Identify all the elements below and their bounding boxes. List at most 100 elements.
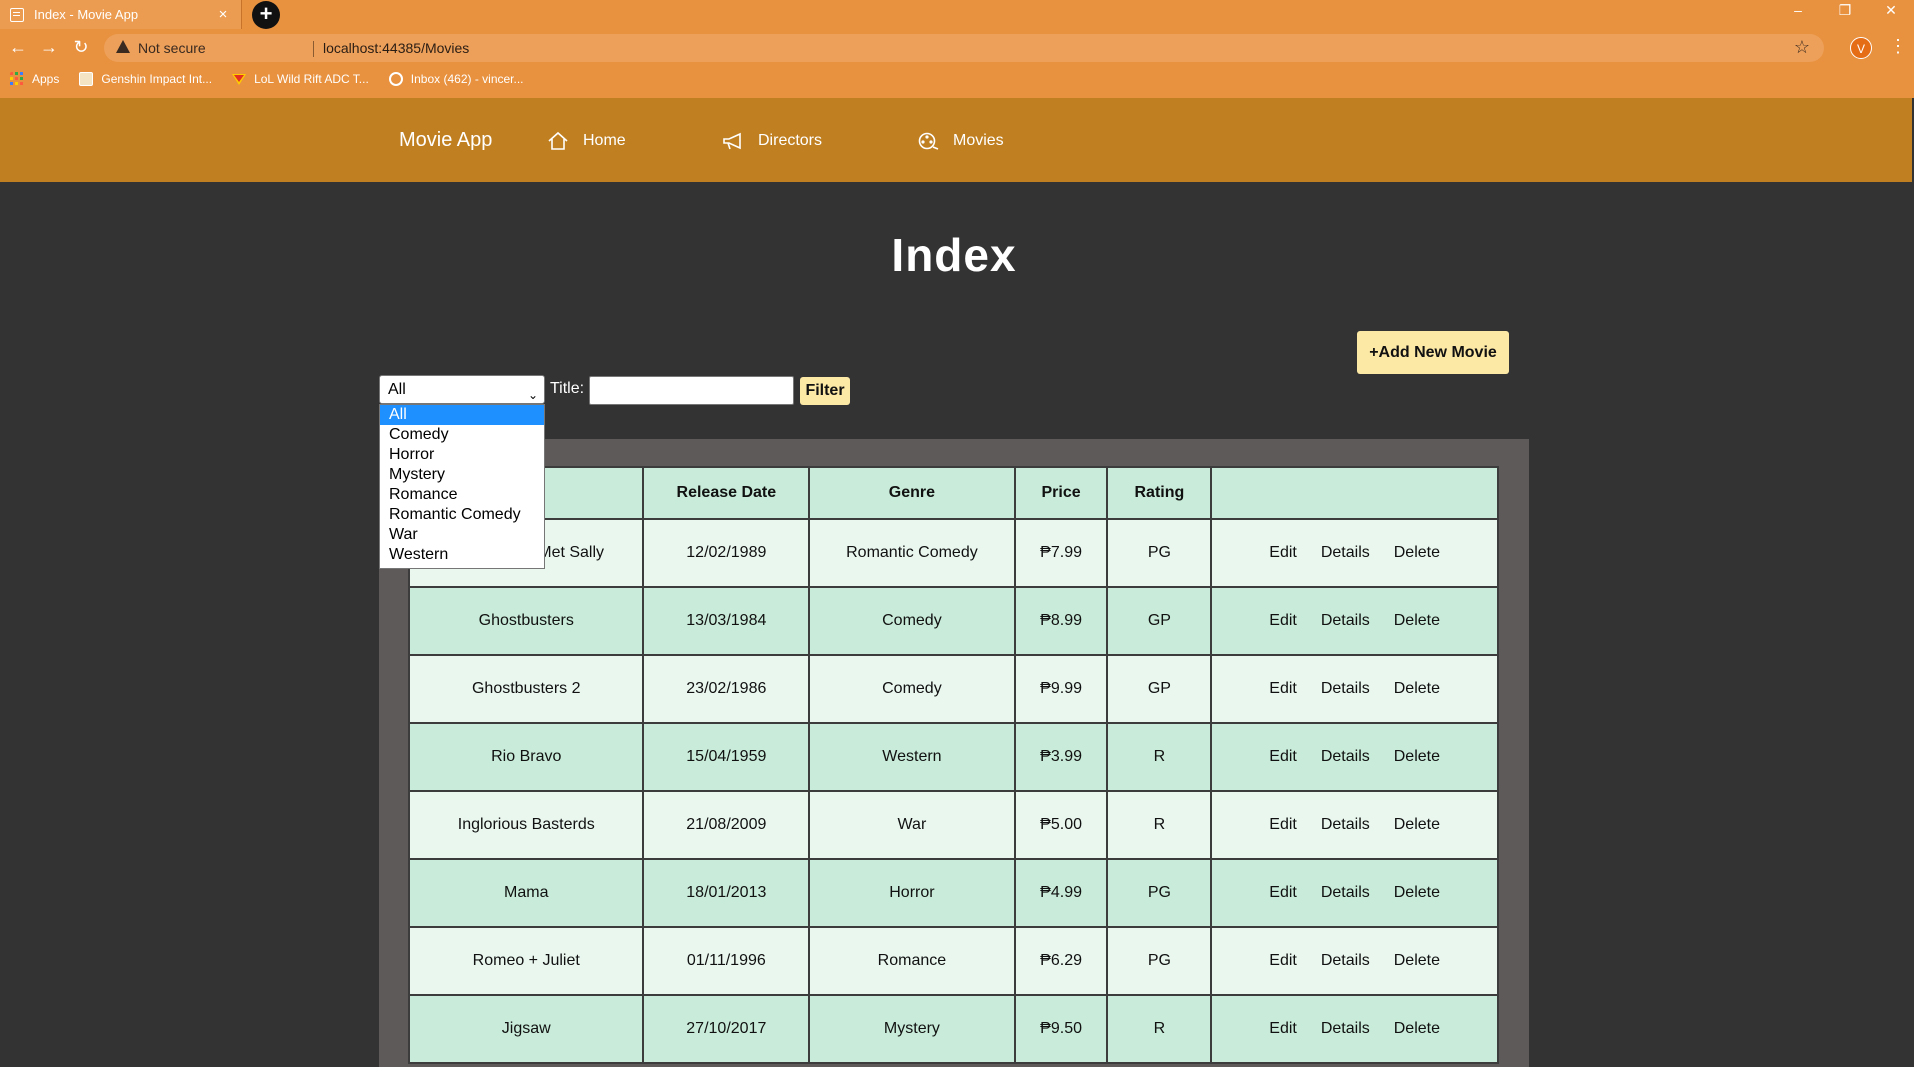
table-row: Ghostbusters 2 23/02/1986 Comedy ₱9.99 GP Edi…	[407, 654, 1499, 724]
details-link[interactable]: Details	[1321, 680, 1370, 697]
omnibox[interactable]: Not secure localhost:44385/Movies ☆	[104, 34, 1824, 62]
edit-link[interactable]: Edit	[1269, 884, 1297, 901]
new-tab-button[interactable]: +	[252, 1, 280, 29]
cell-price: ₱9.99	[1013, 654, 1109, 724]
bookmark-label: Genshin Impact Int...	[101, 72, 213, 86]
brand-link[interactable]: Movie App	[399, 129, 492, 152]
delete-link[interactable]: Delete	[1394, 612, 1440, 629]
back-arrow-icon[interactable]: ←	[6, 36, 30, 60]
profile-avatar[interactable]: V	[1850, 37, 1872, 59]
details-link[interactable]: Details	[1321, 612, 1370, 629]
genre-option-war[interactable]: War	[380, 525, 544, 545]
delete-link[interactable]: Delete	[1394, 680, 1440, 697]
bookmark-apps[interactable]: Apps	[10, 72, 59, 86]
warning-icon	[116, 40, 130, 53]
edit-link[interactable]: Edit	[1269, 816, 1297, 833]
cell-genre: War	[808, 790, 1016, 860]
mail-icon	[388, 72, 403, 86]
cell-title: Mama	[407, 858, 645, 928]
restore-button[interactable]: ❐	[1822, 0, 1868, 22]
genre-option-western[interactable]: Western	[380, 545, 544, 565]
cell-actions: Edit Details Delete	[1210, 994, 1499, 1064]
cell-release-date: 12/02/1989	[642, 518, 811, 588]
wildrift-icon	[232, 74, 247, 85]
bookmark-star-icon[interactable]: ☆	[1794, 37, 1810, 58]
cell-price: ₱3.99	[1013, 722, 1109, 792]
reload-icon[interactable]: ↻	[69, 36, 93, 60]
page-title: Index	[891, 229, 1017, 281]
bookmark-label: LoL Wild Rift ADC T...	[254, 72, 369, 86]
delete-link[interactable]: Delete	[1394, 952, 1440, 969]
url-text[interactable]: localhost:44385/Movies	[323, 40, 469, 56]
bookmark-inbox[interactable]: Inbox (462) - vincer...	[388, 72, 524, 86]
genre-option-all[interactable]: All	[380, 405, 544, 425]
delete-link[interactable]: Delete	[1394, 748, 1440, 765]
genre-option-mystery[interactable]: Mystery	[380, 465, 544, 485]
column-header-genre: Genre	[808, 466, 1016, 520]
cell-rating: GP	[1106, 586, 1213, 656]
column-header-rating: Rating	[1106, 466, 1213, 520]
nav-directors[interactable]: Directors	[722, 131, 822, 151]
cell-price: ₱4.99	[1013, 858, 1109, 928]
delete-link[interactable]: Delete	[1394, 816, 1440, 833]
security-label[interactable]: Not secure	[138, 40, 206, 56]
cell-title: Ghostbusters	[407, 586, 645, 656]
bookmark-wildrift[interactable]: LoL Wild Rift ADC T...	[232, 72, 369, 86]
edit-link[interactable]: Edit	[1269, 748, 1297, 765]
cell-actions: Edit Details Delete	[1210, 926, 1499, 996]
details-link[interactable]: Details	[1321, 952, 1370, 969]
close-window-button[interactable]: ✕	[1868, 0, 1914, 22]
genre-option-romance[interactable]: Romance	[380, 485, 544, 505]
details-link[interactable]: Details	[1321, 748, 1370, 765]
cell-price: ₱7.99	[1013, 518, 1109, 588]
minimize-button[interactable]: –	[1775, 0, 1821, 22]
cell-price: ₱6.29	[1013, 926, 1109, 996]
movies-table-body: When Harry Met Sally12/02/1989Romantic C…	[407, 518, 1499, 1064]
nav-home[interactable]: Home	[547, 131, 626, 151]
edit-link[interactable]: Edit	[1269, 544, 1297, 561]
details-link[interactable]: Details	[1321, 544, 1370, 561]
kebab-menu-icon[interactable]: ⋮	[1889, 36, 1907, 57]
cell-genre: Western	[808, 722, 1016, 792]
edit-link[interactable]: Edit	[1269, 1020, 1297, 1037]
filter-button[interactable]: Filter	[800, 377, 850, 405]
delete-link[interactable]: Delete	[1394, 544, 1440, 561]
table-row: Rio Bravo 15/04/1959 Western ₱3.99 R Edit Deta…	[407, 722, 1499, 792]
tab-close-icon[interactable]: ×	[215, 6, 231, 23]
tab-bar: Index - Movie App × + – ❐ ✕	[0, 0, 1914, 29]
table-header-row: Release Date Genre Price Rating	[407, 466, 1499, 520]
bookmark-label: Inbox (462) - vincer...	[410, 72, 524, 86]
edit-link[interactable]: Edit	[1269, 952, 1297, 969]
cell-rating: R	[1106, 994, 1213, 1064]
edit-link[interactable]: Edit	[1269, 612, 1297, 629]
cell-title: Rio Bravo	[407, 722, 645, 792]
forward-arrow-icon[interactable]: →	[37, 36, 61, 60]
cell-rating: PG	[1106, 858, 1213, 928]
delete-link[interactable]: Delete	[1394, 1020, 1440, 1037]
details-link[interactable]: Details	[1321, 816, 1370, 833]
cell-genre: Romantic Comedy	[808, 518, 1016, 588]
add-new-movie-button[interactable]: +Add New Movie	[1357, 331, 1509, 374]
bookmark-genshin[interactable]: Genshin Impact Int...	[79, 72, 212, 86]
cell-release-date: 15/04/1959	[642, 722, 811, 792]
bookmarks-bar: Apps Genshin Impact Int... LoL Wild Rift…	[0, 67, 1914, 91]
delete-link[interactable]: Delete	[1394, 884, 1440, 901]
details-link[interactable]: Details	[1321, 884, 1370, 901]
title-search-input[interactable]	[589, 376, 794, 405]
genre-option-romantic-comedy[interactable]: Romantic Comedy	[380, 505, 544, 525]
genre-option-comedy[interactable]: Comedy	[380, 425, 544, 445]
film-reel-icon	[918, 132, 939, 150]
column-header-release-date: Release Date	[642, 466, 811, 520]
bookmark-label: Apps	[32, 72, 60, 86]
cell-rating: PG	[1106, 926, 1213, 996]
table-row: When Harry Met Sally12/02/1989Romantic C…	[407, 518, 1499, 588]
details-link[interactable]: Details	[1321, 1020, 1370, 1037]
nav-movies[interactable]: Movies	[917, 131, 1004, 151]
browser-tab[interactable]: Index - Movie App ×	[0, 0, 242, 29]
genre-option-horror[interactable]: Horror	[380, 445, 544, 465]
nav-movies-label: Movies	[953, 132, 1004, 149]
cell-actions: Edit Details Delete	[1210, 654, 1499, 724]
genre-select[interactable]: All ⌄	[379, 375, 545, 404]
edit-link[interactable]: Edit	[1269, 680, 1297, 697]
movies-table: Release Date Genre Price Rating When Har…	[407, 466, 1499, 1064]
